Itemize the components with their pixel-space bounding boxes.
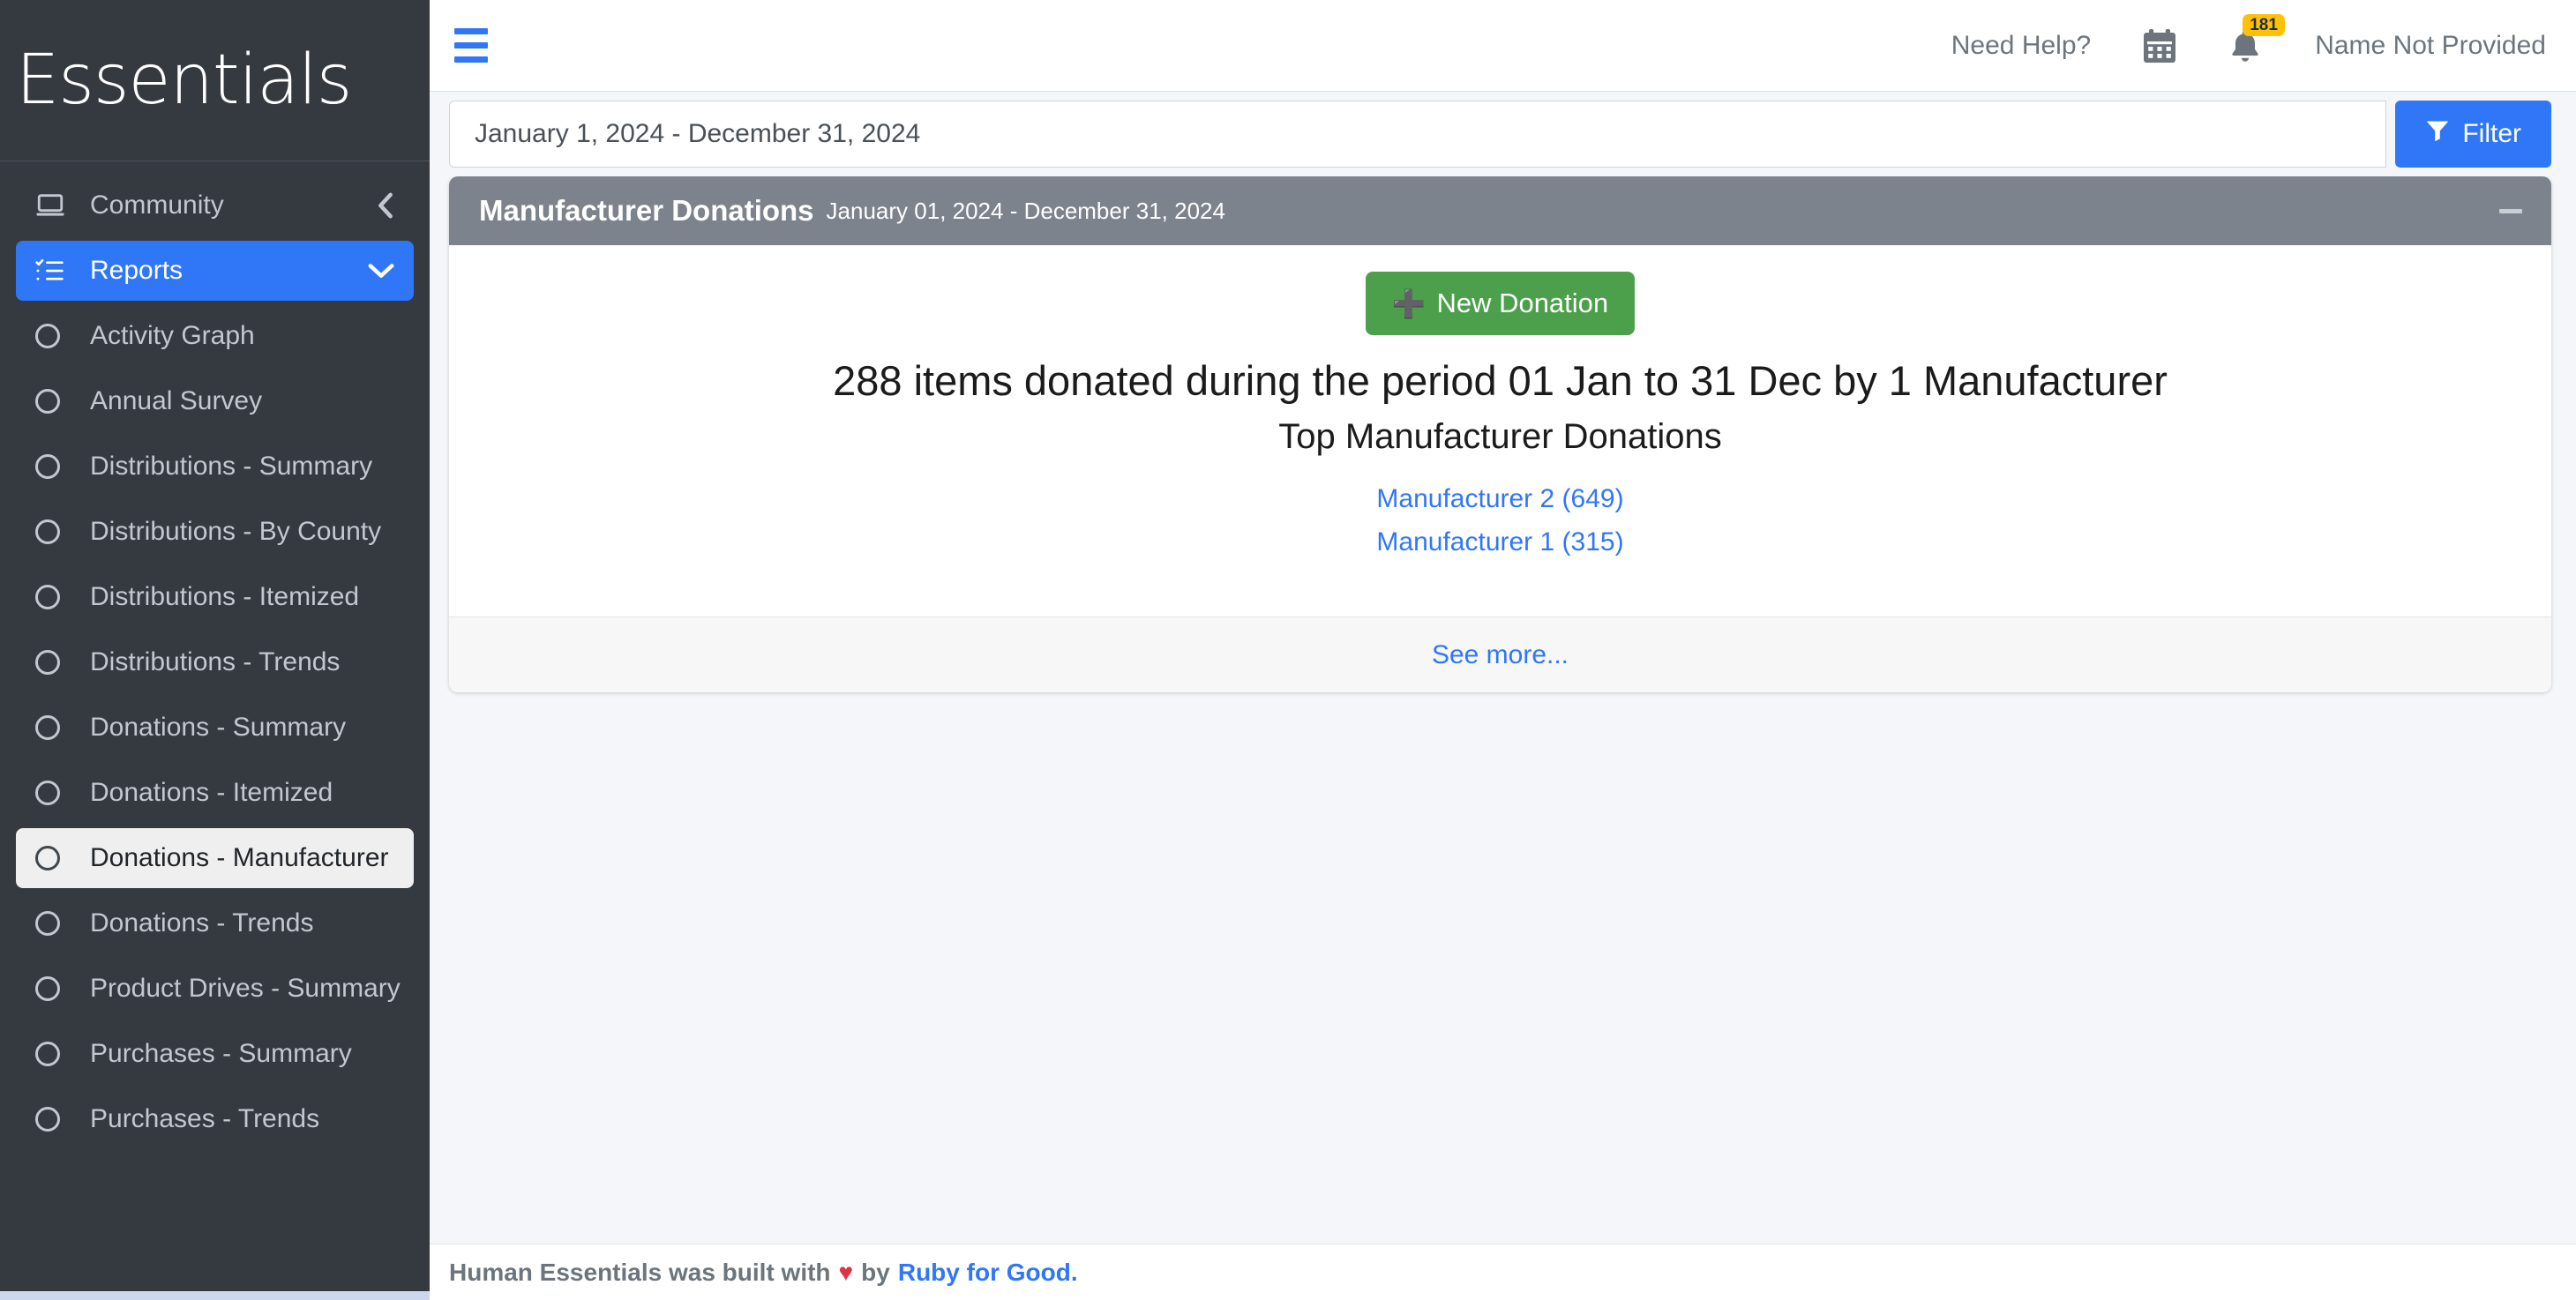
sidebar-item-distributions-trends[interactable]: Distributions - Trends	[16, 632, 414, 692]
main-area: Need Help? 181 Name Not Provided January…	[430, 0, 2576, 1300]
sidebar-item-label: Donations - Summary	[90, 713, 347, 742]
sidebar-item-product-drives-summary[interactable]: Product Drives - Summary	[16, 959, 414, 1019]
radio-circle-icon	[35, 911, 72, 936]
manufacturer-donations-card: Manufacturer Donations January 01, 2024 …	[449, 176, 2551, 693]
sidebar-item-label: Donations - Manufacturer	[90, 843, 389, 872]
content-area: Manufacturer Donations January 01, 2024 …	[430, 176, 2576, 1300]
calendar-icon[interactable]	[2144, 28, 2176, 63]
radio-circle-icon	[35, 389, 72, 414]
sidebar-item-distributions-by-county[interactable]: Distributions - By County	[16, 502, 414, 562]
radio-circle-icon	[35, 1107, 72, 1132]
minus-icon[interactable]	[2493, 193, 2528, 228]
sidebar-item-donations-manufacturer[interactable]: Donations - Manufacturer	[16, 828, 414, 888]
hamburger-icon[interactable]	[454, 28, 493, 63]
sidebar-item-label: Donations - Trends	[90, 908, 314, 938]
radio-circle-icon	[35, 324, 72, 348]
filter-button-label: Filter	[2462, 119, 2521, 148]
brand-name: Essentials	[16, 41, 352, 120]
sidebar-item-distributions-summary[interactable]: Distributions - Summary	[16, 437, 414, 497]
filter-button[interactable]: Filter	[2395, 101, 2551, 168]
footer-text-mid: by	[861, 1258, 890, 1286]
chevron-left-icon[interactable]	[377, 192, 394, 219]
sidebar-item-donations-summary[interactable]: Donations - Summary	[16, 698, 414, 758]
sidebar-item-label: Purchases - Summary	[90, 1039, 352, 1068]
page-footer: Human Essentials was built with ♥ by Rub…	[430, 1244, 2576, 1300]
radio-circle-icon	[35, 781, 72, 805]
sidebar-item-distributions-itemized[interactable]: Distributions - Itemized	[16, 567, 414, 627]
chevron-down-icon[interactable]	[368, 262, 394, 280]
sidebar-item-label: Purchases - Trends	[90, 1104, 320, 1133]
card-header: Manufacturer Donations January 01, 2024 …	[449, 176, 2551, 245]
plus-icon: ➕	[1391, 288, 1427, 319]
section-subtitle: Top Manufacturer Donations	[1278, 417, 1722, 456]
sidebar-item-label: Distributions - Summary	[90, 452, 373, 481]
radio-circle-icon	[35, 715, 72, 740]
sidebar-item-donations-itemized[interactable]: Donations - Itemized	[16, 763, 414, 823]
user-name-label: Name Not Provided	[2315, 30, 2546, 60]
card-subtitle: January 01, 2024 - December 31, 2024	[826, 197, 1225, 224]
card-footer: See more...	[449, 616, 2551, 693]
card-title: Manufacturer Donations	[479, 194, 814, 227]
page-title: 288 items donated during the period 01 J…	[833, 357, 2168, 404]
top-navbar: Need Help? 181 Name Not Provided	[430, 0, 2576, 92]
sidebar-item-purchases-summary[interactable]: Purchases - Summary	[16, 1024, 414, 1084]
radio-circle-icon	[35, 519, 72, 544]
funnel-icon	[2425, 118, 2450, 150]
top-manufacturer-list: Manufacturer 2 (649) Manufacturer 1 (315…	[484, 478, 2516, 564]
sidebar-scrollbar[interactable]	[0, 1291, 430, 1300]
need-help-label: Need Help?	[1951, 30, 2092, 60]
card-body: ➕ New Donation 288 items donated during …	[449, 245, 2551, 616]
brand-logo[interactable]: Essentials	[0, 0, 430, 161]
sidebar-item-community[interactable]: Community	[16, 176, 414, 235]
bell-icon: 181	[2228, 13, 2285, 64]
radio-circle-icon	[35, 1042, 72, 1066]
sidebar-item-label: Product Drives - Summary	[90, 974, 401, 1003]
radio-circle-icon	[35, 585, 72, 609]
sidebar-item-label: Donations - Itemized	[90, 778, 333, 807]
notifications-button[interactable]: 181	[2228, 13, 2285, 64]
sidebar-item-label: Distributions - Trends	[90, 647, 341, 676]
sidebar: Essentials Community Reports Activity Gr…	[0, 0, 430, 1300]
sidebar-item-activity-graph[interactable]: Activity Graph	[16, 306, 414, 366]
new-donation-button[interactable]: ➕ New Donation	[1365, 272, 1636, 335]
need-help-link[interactable]: Need Help?	[1951, 31, 2091, 61]
list-item[interactable]: Manufacturer 2 (649)	[484, 478, 2516, 521]
user-menu[interactable]: Name Not Provided	[2315, 31, 2546, 61]
new-donation-label: New Donation	[1436, 288, 1609, 318]
card-tools	[2493, 193, 2528, 228]
sidebar-item-label: Activity Graph	[90, 321, 255, 350]
radio-circle-icon	[35, 976, 72, 1001]
sidebar-item-label: Distributions - Itemized	[90, 582, 360, 611]
footer-text-before: Human Essentials was built with	[449, 1258, 831, 1286]
sidebar-item-label: Annual Survey	[90, 386, 263, 415]
radio-circle-icon	[35, 650, 72, 675]
ruby-for-good-link[interactable]: Ruby for Good.	[898, 1259, 1078, 1287]
list-check-icon	[35, 258, 72, 283]
sidebar-item-donations-trends[interactable]: Donations - Trends	[16, 893, 414, 953]
sidebar-item-purchases-trends[interactable]: Purchases - Trends	[16, 1089, 414, 1149]
see-more-link[interactable]: See more...	[1432, 640, 1569, 670]
radio-circle-icon	[35, 846, 72, 870]
date-range-input[interactable]	[449, 101, 2387, 168]
laptop-icon	[35, 192, 72, 219]
radio-circle-icon	[35, 454, 72, 479]
heart-icon: ♥	[838, 1258, 854, 1286]
sidebar-item-label: Distributions - By County	[90, 517, 382, 546]
sidebar-item-annual-survey[interactable]: Annual Survey	[16, 371, 414, 431]
sidebar-nav: Community Reports Activity Graph Annual …	[0, 161, 430, 1149]
sidebar-item-reports[interactable]: Reports	[16, 241, 414, 301]
sidebar-item-reports-label: Reports	[90, 256, 183, 285]
notification-badge: 181	[2243, 13, 2285, 37]
app-root: Essentials Community Reports Activity Gr…	[0, 0, 2576, 1300]
filter-bar: Filter	[430, 92, 2576, 176]
list-item[interactable]: Manufacturer 1 (315)	[484, 521, 2516, 564]
sidebar-item-community-label: Community	[90, 191, 224, 220]
